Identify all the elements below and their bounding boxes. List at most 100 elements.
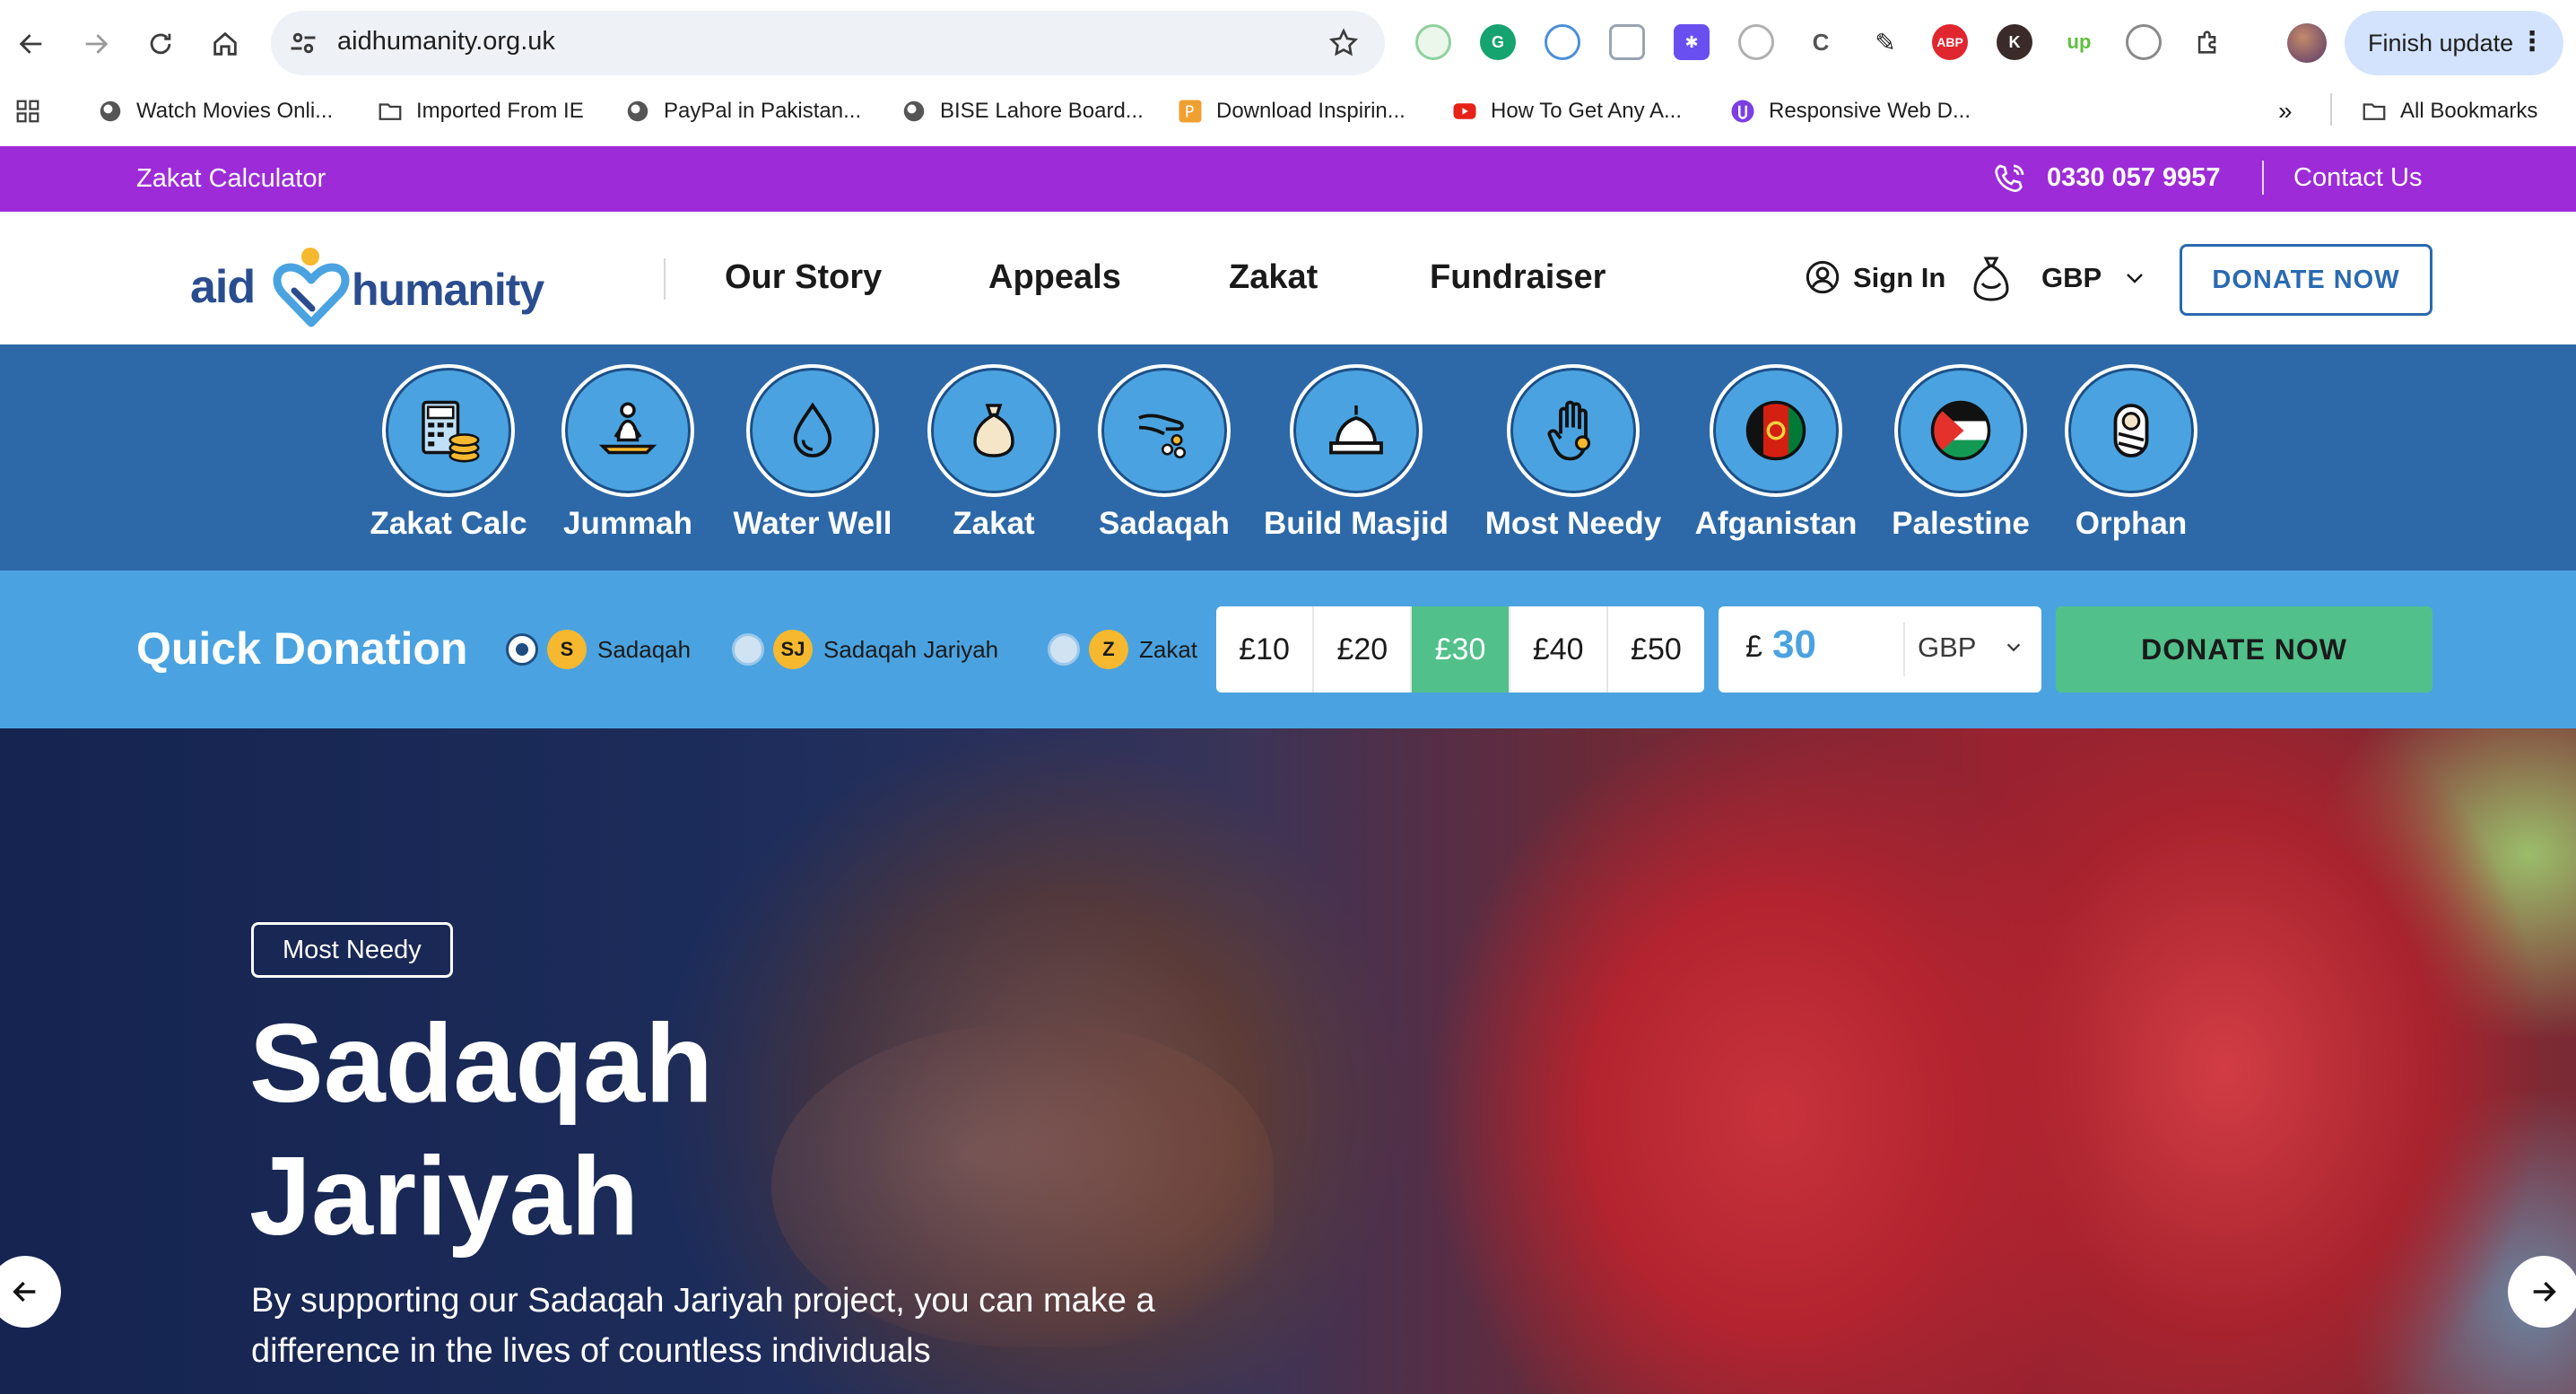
globe-icon — [100, 100, 121, 122]
donation-type-sadaqah[interactable]: S Sadaqah — [506, 630, 691, 669]
baby-icon — [2113, 404, 2149, 457]
css-extension-icon[interactable]: C — [1803, 24, 1839, 60]
field-divider — [1903, 623, 1905, 676]
all-bookmarks[interactable]: All Bookmarks — [2361, 93, 2537, 129]
back-button[interactable] — [7, 20, 56, 68]
contact-us-link[interactable]: Contact Us — [2293, 163, 2422, 193]
bookmark-item[interactable]: Watch Movies Onli... — [97, 93, 333, 129]
nav-zakat[interactable]: Zakat — [1229, 258, 1318, 297]
bookmarks-overflow[interactable]: » — [2278, 93, 2293, 129]
mosque-dome-icon — [1329, 405, 1383, 455]
donate-now-button[interactable]: DONATE NOW — [2180, 244, 2432, 316]
category-afganistan[interactable]: Afganistan — [1677, 364, 1875, 562]
type-badge: SJ — [773, 630, 813, 669]
menu-dots-icon[interactable]: ⋮ — [2519, 29, 2546, 56]
amount-20-button[interactable]: £20 — [1314, 606, 1413, 693]
bookmark-star-icon[interactable] — [1327, 27, 1360, 59]
category-zakat[interactable]: Zakat — [895, 364, 1092, 562]
compass-extension-icon[interactable] — [1738, 24, 1774, 60]
folder-icon — [379, 103, 402, 120]
amount-30-button[interactable]: £30 — [1412, 606, 1510, 693]
donation-type-zakat[interactable]: Z Zakat — [1048, 630, 1197, 669]
home-button[interactable] — [201, 20, 249, 68]
react-devtools-icon[interactable] — [1545, 24, 1580, 60]
category-jummah[interactable]: Jummah — [529, 364, 727, 562]
phone-number[interactable]: 0330 057 9957 — [2047, 163, 2221, 193]
chevron-down-icon[interactable] — [2004, 639, 2023, 657]
upwork-icon[interactable]: up — [2061, 24, 2097, 60]
k-extension-icon[interactable]: K — [1997, 24, 2032, 60]
arc-extension-icon[interactable] — [2126, 24, 2162, 60]
hero-description: By supporting our Sadaqah Jariyah projec… — [251, 1282, 1155, 1370]
category-zakat-calc[interactable]: Zakat Calc — [350, 364, 547, 562]
finish-update-button[interactable]: Finish update ⋮ — [2345, 11, 2563, 75]
category-build-masjid[interactable]: Build Masjid — [1258, 364, 1455, 562]
category-palestine[interactable]: Palestine — [1862, 364, 2059, 562]
slider-next-button[interactable] — [2508, 1256, 2576, 1328]
hero-category-tag[interactable]: Most Needy — [251, 922, 453, 978]
custom-amount-input[interactable]: 30 — [1772, 623, 1816, 667]
amount-50-button[interactable]: £50 — [1608, 606, 1704, 693]
money-bag-icon — [1973, 257, 2009, 301]
adblock-icon[interactable]: ABP — [1932, 24, 1968, 60]
quick-donation-title: Quick Donation — [136, 623, 468, 674]
bookmark-item[interactable]: P Download Inspirin... — [1177, 93, 1405, 129]
category-label: Afganistan — [1694, 506, 1858, 541]
radio-selected[interactable] — [506, 633, 538, 666]
chevron-down-icon[interactable] — [2124, 269, 2145, 287]
nav-appeals[interactable]: Appeals — [988, 258, 1121, 297]
category-sadaqah[interactable]: Sadaqah — [1066, 364, 1263, 562]
url-text[interactable]: aidhumanity.org.uk — [337, 27, 555, 57]
calculator-coins-icon — [422, 400, 480, 463]
currency-dropdown[interactable]: GBP — [1918, 632, 1976, 664]
bookmark-item[interactable]: How To Get Any A... — [1451, 93, 1682, 129]
currency-selector[interactable]: GBP — [2041, 262, 2102, 294]
category-water-well[interactable]: Water Well — [714, 364, 911, 562]
color-picker-icon[interactable]: ✎ — [1867, 24, 1903, 60]
nav-fundraiser[interactable]: Fundraiser — [1430, 258, 1606, 297]
bookmark-item[interactable]: BISE Lahore Board... — [901, 93, 1144, 129]
shield-extension-icon[interactable] — [1609, 24, 1645, 60]
radio-unselected[interactable] — [1048, 633, 1080, 666]
logo-text-humanity: humanity — [352, 265, 544, 315]
category-most-needy[interactable]: Most Needy — [1475, 364, 1672, 562]
category-label: Most Needy — [1484, 506, 1662, 541]
extension-star-icon[interactable]: ✱ — [1674, 24, 1710, 60]
custom-amount-field[interactable]: £ 30 GBP — [1719, 606, 2041, 693]
bookmark-folder[interactable]: Imported From IE — [377, 93, 584, 129]
type-label: Zakat — [1139, 635, 1198, 663]
address-bar[interactable]: aidhumanity.org.uk — [271, 11, 1385, 75]
bookmark-item[interactable]: PayPal in Pakistan... — [624, 93, 861, 129]
bookmark-item[interactable]: Responsive Web D... — [1729, 93, 1971, 129]
radio-unselected[interactable] — [732, 633, 764, 666]
site-settings-icon[interactable] — [287, 27, 319, 59]
grammarly-icon[interactable]: G — [1480, 24, 1516, 60]
forward-button[interactable] — [72, 20, 120, 68]
extension-1-icon[interactable] — [1415, 24, 1451, 60]
nav-our-story[interactable]: Our Story — [725, 258, 882, 297]
amount-40-button[interactable]: £40 — [1510, 606, 1608, 693]
reload-icon — [150, 33, 171, 55]
category-orphan[interactable]: Orphan — [2032, 364, 2230, 562]
home-icon — [213, 31, 237, 56]
user-icon[interactable] — [1805, 259, 1841, 295]
folder-icon — [2363, 103, 2386, 120]
reload-button[interactable] — [136, 20, 185, 68]
quick-donation-bar: Quick Donation S Sadaqah SJ Sadaqah Jari… — [0, 571, 2576, 728]
extensions-puzzle-icon[interactable] — [2190, 24, 2226, 60]
sign-in-link[interactable]: Sign In — [1853, 262, 1945, 294]
amount-10-button[interactable]: £10 — [1216, 606, 1315, 693]
category-label: Water Well — [733, 506, 892, 541]
apps-grid-icon[interactable] — [14, 93, 54, 129]
amount-options: £10 £20 £30 £40 £50 — [1216, 606, 1704, 693]
bookmarks-divider — [2330, 93, 2332, 126]
type-label: Sadaqah Jariyah — [823, 635, 999, 663]
category-label: Jummah — [563, 506, 692, 541]
browser-chrome: aidhumanity.org.uk G ✱ C ✎ ABP K up Fini… — [0, 0, 2576, 146]
zakat-calculator-link[interactable]: Zakat Calculator — [136, 164, 326, 194]
donation-type-sadaqah-jariyah[interactable]: SJ Sadaqah Jariyah — [732, 630, 998, 669]
category-label: Sadaqah — [1099, 506, 1230, 541]
profile-avatar[interactable] — [2287, 23, 2327, 63]
site-logo[interactable]: aid humanity — [190, 233, 558, 332]
quick-donate-button[interactable]: DONATE NOW — [2056, 606, 2432, 693]
